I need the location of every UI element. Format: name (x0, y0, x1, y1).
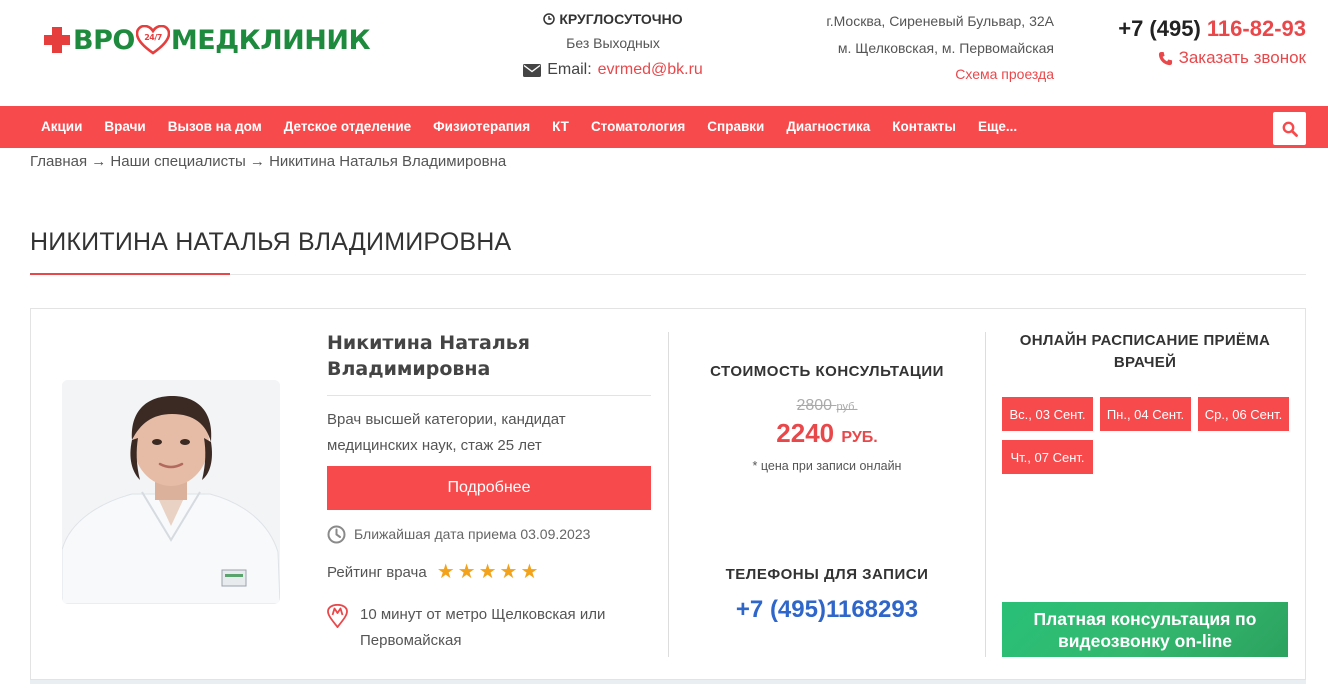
nav-item-certificates[interactable]: Справки (696, 106, 775, 148)
phone-accent: 116-82-93 (1206, 16, 1306, 41)
rating-stars: ★ ★ ★ ★ ★ (437, 562, 539, 582)
site-logo[interactable]: ВРО 24/7 МЕДКЛИНИК (42, 22, 371, 58)
site-header: ВРО 24/7 МЕДКЛИНИК КРУГЛОСУТОЧНО Без Вых… (0, 0, 1328, 106)
old-price: 2800 руб. (690, 396, 964, 417)
nav-items: Акции Врачи Вызов на дом Детское отделен… (30, 106, 1028, 148)
nav-item-diagnostics[interactable]: Диагностика (775, 106, 881, 148)
working-hours: КРУГЛОСУТОЧНО Без Выходных Email: evrmed… (500, 8, 726, 84)
clinic-address: г.Москва, Сиреневый Бульвар, 32А м. Щелк… (760, 8, 1054, 88)
column-divider (668, 332, 669, 657)
nav-item-more[interactable]: Еще... (967, 106, 1028, 148)
address-line-2: м. Щелковская, м. Первомайская (837, 39, 1054, 56)
nearest-appointment: Ближайшая дата приема 03.09.2023 (327, 524, 651, 544)
star-icon: ★ (478, 561, 497, 583)
nav-item-doctors[interactable]: Врачи (93, 106, 156, 148)
price-heading: СТОИМОСТЬ КОНСУЛЬТАЦИИ (710, 363, 944, 380)
phone-icon (1158, 51, 1172, 65)
card-bottom-bar (30, 680, 1306, 684)
info-divider (327, 395, 651, 396)
header-phone: +7 (495) 116-82-93 Заказать звонок (1090, 14, 1306, 72)
clock-icon (543, 13, 556, 25)
page-title: НИКИТИНА НАТАЛЬЯ ВЛАДИМИРОВНА (30, 228, 512, 256)
logo-prefix: ВРО (73, 24, 135, 56)
booking-phone-number[interactable]: +7 (495)1168293 (690, 594, 964, 626)
nav-item-contacts[interactable]: Контакты (881, 106, 967, 148)
hours-subtitle: Без Выходных (566, 35, 660, 51)
clock-icon (327, 525, 346, 543)
new-price: 2240 РУБ. (690, 417, 964, 454)
nav-item-children[interactable]: Детское отделение (273, 106, 422, 148)
doctor-name-line-2: Владимировна (327, 358, 491, 380)
schedule-slots: Вс., 03 Сент. Пн., 04 Сент. Ср., 06 Сент… (1002, 397, 1292, 474)
nav-item-house-call[interactable]: Вызов на дом (157, 106, 273, 148)
address-line-1: г.Москва, Сиреневый Бульвар, 32А (826, 13, 1054, 29)
route-link[interactable]: Схема проезда (760, 61, 1054, 88)
metro-text: 10 минут от метро Щелковская или Первома… (360, 606, 606, 649)
schedule-heading: ОНЛАЙН РАСПИСАНИЕ ПРИЁМА ВРАЧЕЙ (1019, 332, 1271, 371)
star-icon: ★ (499, 561, 518, 583)
new-price-currency: РУБ. (841, 429, 878, 446)
rating-label: Рейтинг врача (327, 563, 427, 581)
email-label: Email: (547, 61, 592, 78)
nav-item-dentistry[interactable]: Стоматология (580, 106, 696, 148)
phone-prefix: +7 (495) (1118, 16, 1201, 41)
price-note: * цена при записи онлайн (752, 459, 902, 473)
envelope-icon (523, 63, 542, 77)
old-price-value: 2800 (796, 397, 833, 414)
metro-pin-icon (327, 604, 348, 628)
medical-cross-icon (42, 25, 72, 55)
column-divider (985, 332, 986, 657)
heart-icon: 24/7 (135, 25, 170, 55)
consultation-price: СТОИМОСТЬ КОНСУЛЬТАЦИИ 2800 руб. 2240 РУ… (690, 360, 964, 476)
hours-title: КРУГЛОСУТОЧНО (559, 11, 683, 27)
doctor-info: Никитина Наталья Владимировна Врач высше… (327, 330, 651, 654)
doctor-photo (62, 380, 280, 604)
search-icon (1282, 121, 1298, 137)
more-details-button[interactable]: Подробнее (327, 466, 651, 510)
new-price-value: 2240 (776, 418, 835, 448)
nav-item-physiotherapy[interactable]: Физиотерапия (422, 106, 541, 148)
logo-badge: 24/7 (144, 33, 162, 42)
video-consultation-button[interactable]: Платная консультация по видеозвонку on-l… (1002, 602, 1288, 657)
doctor-rating: Рейтинг врача ★ ★ ★ ★ ★ (327, 562, 651, 582)
schedule-slot[interactable]: Чт., 07 Сент. (1002, 440, 1093, 474)
header-phone-number[interactable]: +7 (495) 116-82-93 (1090, 14, 1306, 44)
search-button[interactable] (1273, 112, 1306, 145)
callback-link[interactable]: Заказать звонок (1090, 44, 1306, 72)
title-accent-line (30, 273, 230, 275)
online-schedule: ОНЛАЙН РАСПИСАНИЕ ПРИЁМА ВРАЧЕЙ Вс., 03 … (1002, 330, 1289, 474)
star-icon: ★ (520, 561, 539, 583)
breadcrumb[interactable]: Главная → Наши специалисты → Никитина На… (30, 152, 506, 172)
schedule-slot[interactable]: Пн., 04 Сент. (1100, 397, 1191, 431)
schedule-slot[interactable]: Ср., 06 Сент. (1198, 397, 1289, 431)
star-icon: ★ (457, 561, 476, 583)
phones-heading: ТЕЛЕФОНЫ ДЛЯ ЗАПИСИ (725, 566, 929, 583)
main-nav: Акции Врачи Вызов на дом Детское отделен… (0, 106, 1328, 148)
star-icon: ★ (436, 561, 455, 583)
doctor-description: Врач высшей категории, кандидат медицинс… (327, 411, 566, 454)
doctor-name-line-1: Никитина Наталья (327, 332, 530, 354)
nearest-date-text: Ближайшая дата приема 03.09.2023 (354, 526, 591, 542)
logo-suffix: МЕДКЛИНИК (170, 24, 371, 56)
schedule-slot[interactable]: Вс., 03 Сент. (1002, 397, 1093, 431)
nav-item-promos[interactable]: Акции (30, 106, 93, 148)
old-price-currency: руб. (836, 401, 858, 413)
nav-item-ct[interactable]: КТ (541, 106, 580, 148)
email-link[interactable]: evrmed@bk.ru (598, 56, 703, 84)
doctor-name[interactable]: Никитина Наталья Владимировна (327, 330, 651, 382)
callback-label: Заказать звонок (1178, 48, 1306, 67)
metro-info: 10 минут от метро Щелковская или Первома… (327, 602, 651, 654)
